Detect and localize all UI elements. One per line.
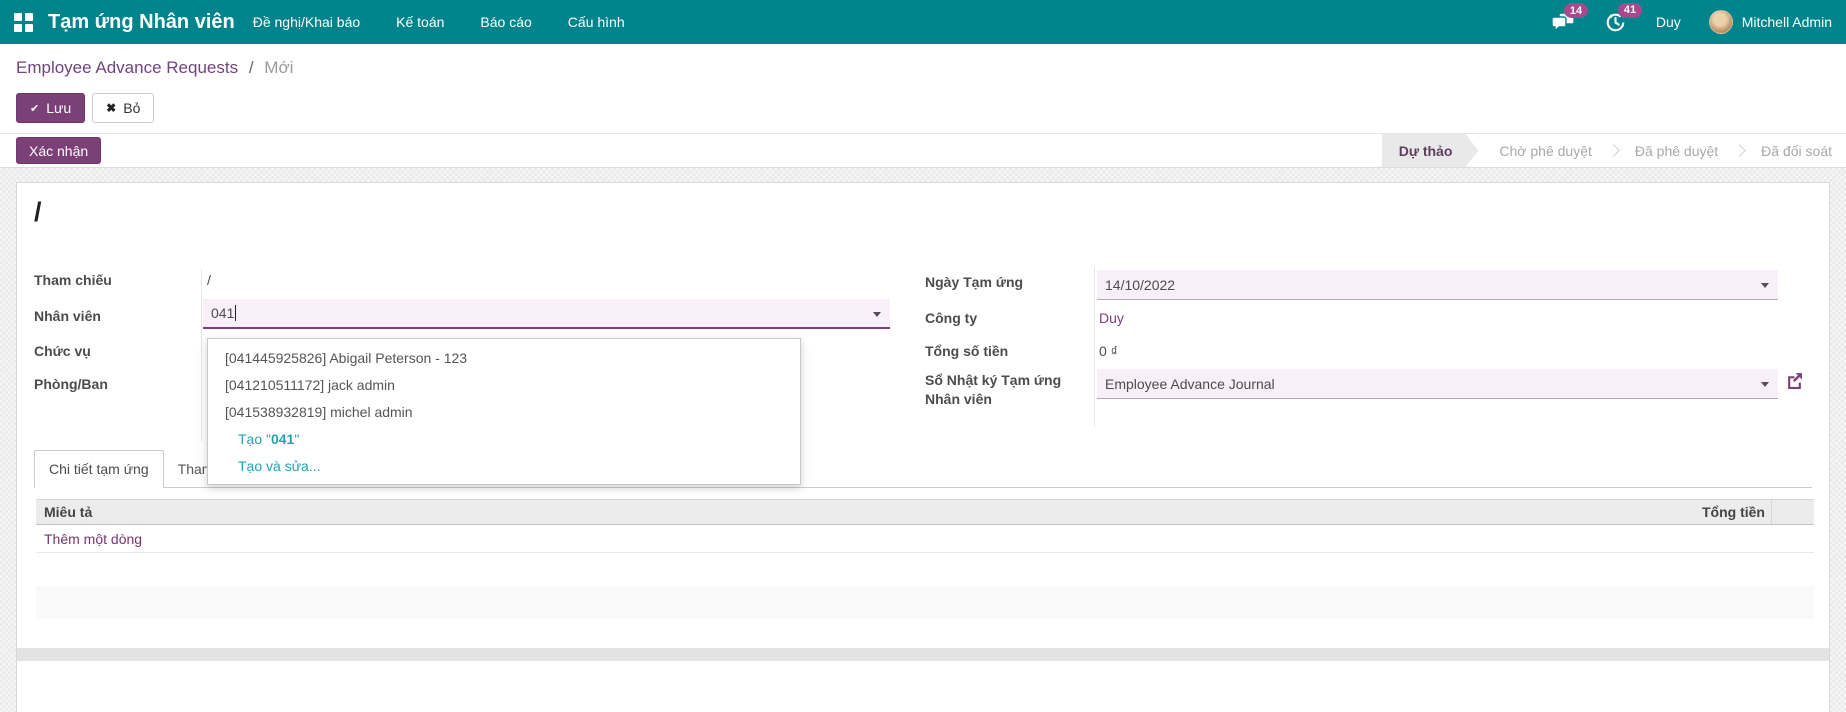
user-avatar[interactable]: [1708, 10, 1733, 34]
sheet-footer-band: [17, 648, 1829, 661]
reference-value: /: [207, 272, 211, 288]
navbar-right: 14 41 Duy Mitchell Admin: [1551, 2, 1846, 34]
total-amount-value: 0 ₫: [1099, 343, 1118, 359]
activities-badge: 41: [1617, 2, 1643, 18]
advance-date-label: Ngày Tạm ứng: [925, 274, 1024, 290]
employee-label: Nhân viên: [34, 308, 101, 324]
journal-value: Employee Advance Journal: [1105, 375, 1275, 392]
chevron-down-icon[interactable]: [1761, 283, 1769, 288]
confirm-button[interactable]: Xác nhận: [16, 137, 102, 164]
column-separator: [1094, 267, 1095, 427]
menu-cau-hinh[interactable]: Cấu hình: [568, 14, 625, 30]
messages-button[interactable]: 14: [1551, 3, 1589, 32]
status-row: Xác nhận Dự thảo Chờ phê duyệt Đã phê du…: [0, 134, 1846, 168]
record-name: /: [34, 197, 42, 227]
statusbar-step-da-phe-duyet[interactable]: Đã phê duyệt: [1618, 134, 1735, 167]
table-header: Miêu tả Tổng tiền: [36, 499, 1814, 525]
dropdown-option[interactable]: [041538932819] michel admin: [208, 399, 800, 426]
menu-de-nghi-khai-bao[interactable]: Đề nghị/Khai báo: [253, 14, 360, 30]
discard-button-label: Bỏ: [123, 100, 141, 116]
odoo-form-view: Tạm ứng Nhân viên Đề nghị/Khai báo Kế to…: [0, 0, 1846, 712]
x-icon: ✖: [106, 101, 117, 115]
chevron-down-icon[interactable]: [873, 312, 881, 317]
empty-row: [36, 586, 1814, 619]
employee-input-value: 041: [211, 305, 235, 321]
employee-input[interactable]: 041: [203, 299, 890, 329]
dropdown-option[interactable]: [041210511172] jack admin: [208, 372, 800, 399]
save-button[interactable]: ✔ Lưu: [16, 93, 86, 123]
table-row: Thêm một dòng: [36, 525, 1814, 553]
dropdown-create-option[interactable]: Tạo "041": [208, 426, 800, 453]
check-icon: ✔: [30, 102, 40, 115]
statusbar-step-da-doi-soat[interactable]: Đã đối soát: [1744, 134, 1846, 167]
company-switcher[interactable]: Duy: [1656, 14, 1681, 30]
discard-button[interactable]: ✖ Bỏ: [92, 93, 155, 123]
app-title[interactable]: Tạm ứng Nhân viên: [48, 11, 235, 34]
statusbar-step-cho-phe-duyet[interactable]: Chờ phê duyệt: [1482, 134, 1608, 167]
control-buttons: ✔ Lưu ✖ Bỏ: [16, 93, 155, 123]
add-line-link[interactable]: Thêm một dòng: [44, 531, 142, 547]
breadcrumb-current: Mới: [264, 58, 294, 77]
breadcrumb-separator: /: [248, 58, 254, 77]
department-label: Phòng/Ban: [34, 376, 108, 392]
user-menu[interactable]: Mitchell Admin: [1742, 14, 1832, 30]
statusbar: Dự thảo Chờ phê duyệt Đã phê duyệt Đã đố…: [1382, 134, 1846, 167]
external-link-icon[interactable]: [1786, 372, 1803, 392]
dropdown-create-edit-option[interactable]: Tạo và sửa...: [208, 453, 800, 480]
navbar-menus: Đề nghị/Khai báo Kế toán Báo cáo Cấu hìn…: [253, 14, 625, 30]
breadcrumb-parent-link[interactable]: Employee Advance Requests: [16, 58, 238, 77]
create-option-suffix: ": [294, 431, 300, 447]
total-amount-label: Tổng số tiền: [925, 343, 1009, 359]
tab-chi-tiet-tam-ung[interactable]: Chi tiết tạm ứng: [34, 450, 164, 488]
advance-lines-table: Miêu tả Tổng tiền Thêm một dòng: [36, 499, 1814, 553]
save-button-label: Lưu: [46, 100, 72, 116]
messages-badge: 14: [1563, 3, 1589, 18]
advance-date-input[interactable]: 14/10/2022: [1097, 270, 1778, 300]
column-separator: [201, 269, 202, 441]
create-option-term: 041: [270, 431, 295, 447]
column-header-total[interactable]: Tổng tiền: [1611, 504, 1771, 520]
journal-input[interactable]: Employee Advance Journal: [1097, 369, 1778, 399]
advance-date-value: 14/10/2022: [1105, 276, 1176, 293]
column-header-empty: [1771, 500, 1814, 524]
apps-grid-icon[interactable]: [14, 12, 33, 32]
statusbar-step-du-thao[interactable]: Dự thảo: [1382, 134, 1479, 167]
dropdown-option[interactable]: [041445925826] Abigail Peterson - 123: [208, 345, 800, 372]
column-header-description[interactable]: Miêu tả: [36, 504, 1611, 520]
chevron-down-icon[interactable]: [1761, 382, 1769, 387]
menu-ke-toan[interactable]: Kế toán: [396, 14, 444, 30]
top-navbar: Tạm ứng Nhân viên Đề nghị/Khai báo Kế to…: [0, 0, 1846, 44]
company-value-link[interactable]: Duy: [1099, 310, 1124, 326]
create-option-prefix: Tạo ": [238, 431, 271, 447]
text-cursor: [235, 305, 237, 321]
activities-button[interactable]: 41: [1605, 2, 1643, 33]
breadcrumb: Employee Advance Requests / Mới: [16, 58, 293, 78]
job-label: Chức vụ: [34, 343, 91, 359]
company-label: Công ty: [925, 310, 978, 326]
journal-label: Sổ Nhật ký Tạm ứng Nhân viên: [925, 372, 1062, 407]
reference-label: Tham chiếu: [34, 272, 112, 288]
employee-dropdown: [041445925826] Abigail Peterson - 123 [0…: [207, 338, 801, 485]
menu-bao-cao[interactable]: Báo cáo: [480, 14, 531, 30]
